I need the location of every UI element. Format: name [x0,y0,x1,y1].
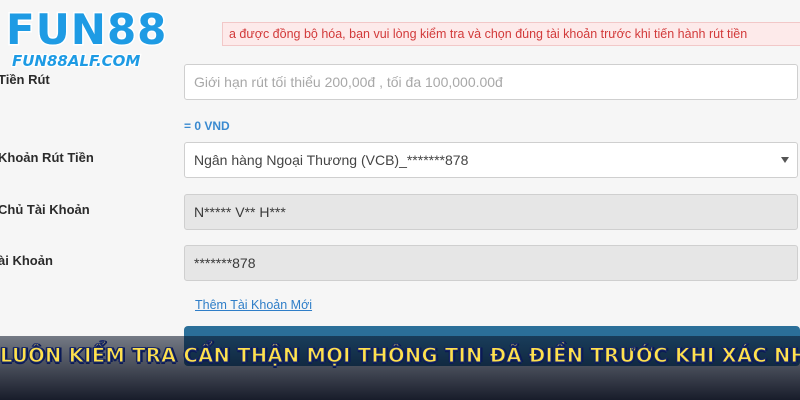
logo-subtext: FUN88ALF.COM [12,52,140,70]
bank-account-label: Khoản Rút Tiền [0,150,94,165]
caption-text: LUÔN KIỂM TRA CẨN THẬN MỌI THÔNG TIN ĐÃ … [0,344,800,368]
account-holder-value: N***** V** H*** [194,204,286,220]
bank-account-select[interactable]: Ngân hàng Ngoại Thương (VCB)_*******878 [184,142,798,178]
logo-wordmark: FUN88 [6,5,167,54]
amount-label: Tiền Rút [0,72,50,87]
account-number-value: *******878 [194,255,256,271]
withdraw-amount-input[interactable]: Giới hạn rút tối thiểu 200,00đ , tối đa … [184,64,798,100]
sync-notice-banner: a được đồng bộ hóa, bạn vui lòng kiểm tr… [222,22,800,46]
account-holder-field: N***** V** H*** [184,194,798,230]
fun88-logo: FUN88 FUN88ALF.COM [5,4,168,72]
converted-amount: = 0 VND [184,119,230,133]
account-number-field: *******878 [184,245,798,281]
withdraw-amount-placeholder: Giới hạn rút tối thiểu 200,00đ , tối đa … [194,74,503,90]
account-holder-label: Chủ Tài Khoản [0,202,90,217]
bank-account-selected: Ngân hàng Ngoại Thương (VCB)_*******878 [194,152,469,168]
sync-notice-text: a được đồng bộ hóa, bạn vui lòng kiểm tr… [229,27,748,41]
add-new-account-link[interactable]: Thêm Tài Khoản Mới [195,298,312,312]
account-number-label: ài Khoản [0,253,53,268]
withdrawal-page: a được đồng bộ hóa, bạn vui lòng kiểm tr… [0,0,800,400]
chevron-down-icon [781,157,789,163]
